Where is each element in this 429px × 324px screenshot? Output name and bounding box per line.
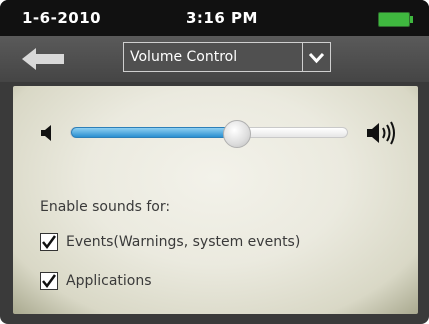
events-checkbox-label[interactable]: Events(Warnings, system events) bbox=[66, 234, 300, 250]
volume-slider-fill bbox=[71, 127, 237, 138]
battery-icon bbox=[378, 12, 413, 27]
sounds-heading: Enable sounds for: bbox=[40, 199, 171, 215]
speaker-low-icon bbox=[40, 124, 54, 142]
checkmark-icon bbox=[42, 235, 57, 250]
device-screen: 1-6-2010 3:16 PM Volume Control Enable s… bbox=[0, 0, 429, 324]
events-checkbox[interactable] bbox=[40, 233, 58, 251]
checkmark-icon bbox=[42, 274, 57, 289]
volume-slider[interactable] bbox=[70, 120, 348, 148]
applications-checkbox-label[interactable]: Applications bbox=[66, 273, 152, 289]
applications-checkbox[interactable] bbox=[40, 272, 58, 290]
chevron-down-icon[interactable] bbox=[302, 43, 330, 71]
back-arrow-icon bbox=[22, 48, 64, 70]
status-date: 1-6-2010 bbox=[22, 9, 102, 27]
back-button[interactable] bbox=[20, 46, 68, 72]
settings-dropdown[interactable]: Volume Control bbox=[123, 42, 331, 72]
status-time: 3:16 PM bbox=[186, 9, 258, 27]
speaker-high-icon bbox=[366, 120, 398, 146]
status-bar: 1-6-2010 3:16 PM bbox=[0, 0, 429, 36]
dropdown-selected-label: Volume Control bbox=[130, 49, 238, 65]
volume-slider-thumb[interactable] bbox=[222, 120, 251, 148]
header-bar: Volume Control bbox=[0, 36, 429, 82]
